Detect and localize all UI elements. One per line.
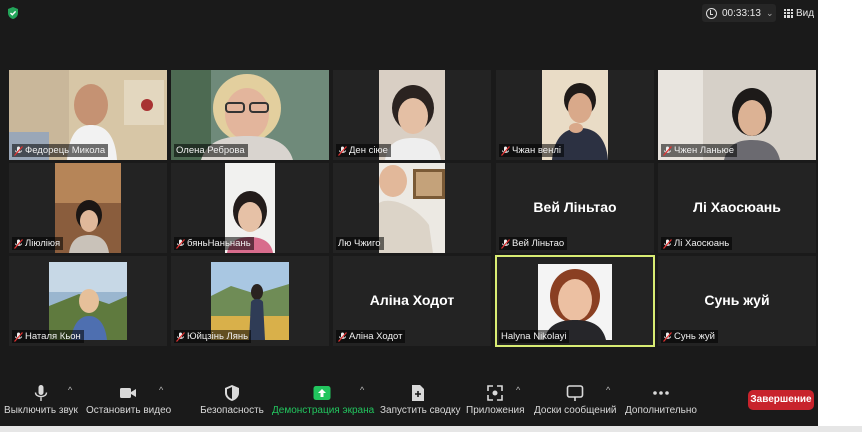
participant-name-label: Halyna Nikolayi — [499, 330, 570, 343]
participant-name-label: Вей Ліньтао — [499, 237, 568, 250]
participant-tile[interactable]: Олена Реброва — [171, 70, 329, 160]
mic-muted-icon — [14, 238, 23, 249]
chevron-up-icon[interactable]: ^ — [159, 385, 163, 395]
mic-muted-icon — [501, 238, 510, 249]
participant-name-label: Олена Реброва — [174, 144, 248, 157]
participant-name-label: Чжен Ланьюе — [661, 144, 737, 157]
share-screen-button[interactable]: ^ Демонстрация экрана — [272, 376, 374, 426]
chevron-down-icon: ⌄ — [765, 7, 774, 18]
participant-tile[interactable]: Аліна Ходот Аліна Ходот — [333, 256, 491, 346]
participant-tile[interactable]: Ліюліюя — [9, 163, 167, 253]
participant-tile[interactable]: Ден сіюе — [333, 70, 491, 160]
end-meeting-button[interactable]: Завершение — [748, 390, 814, 410]
participant-display-name: Сунь жуй — [704, 292, 770, 308]
shield-icon — [225, 385, 239, 401]
participant-display-name: Аліна Ходот — [369, 292, 455, 308]
shield-check-icon[interactable] — [6, 6, 20, 20]
participant-tile-active-speaker[interactable]: Halyna Nikolayi — [495, 255, 655, 347]
mic-muted-icon — [501, 145, 510, 156]
mic-muted-icon — [176, 331, 185, 342]
participant-tile[interactable]: Юйцзінь Лянь — [171, 256, 329, 346]
participant-tile[interactable]: Федорець Микола — [9, 70, 167, 160]
microphone-icon — [34, 385, 48, 401]
participant-name-label: бяньНаньнань — [174, 237, 254, 250]
view-button[interactable]: Вид — [784, 4, 818, 22]
participant-tile[interactable]: бяньНаньнань — [171, 163, 329, 253]
participant-name-label: Ліюліюя — [12, 237, 64, 250]
meeting-toolbar: ^ Выключить звук ^ Остановить видео Безо… — [0, 376, 818, 426]
chevron-up-icon[interactable]: ^ — [516, 385, 520, 395]
participant-name-label: Наталя Кьон — [12, 330, 84, 343]
window-edge — [818, 0, 862, 432]
chevron-up-icon[interactable]: ^ — [606, 385, 610, 395]
mic-muted-icon — [663, 331, 672, 342]
top-bar: 00:33:13 ⌄ Вид — [0, 0, 818, 26]
participant-name-label: Юйцзінь Лянь — [174, 330, 252, 343]
participant-name-label: Федорець Микола — [12, 144, 109, 157]
participant-tile[interactable]: Вей Ліньтао Вей Ліньтао — [496, 163, 654, 253]
chevron-up-icon[interactable]: ^ — [360, 385, 364, 395]
meeting-timer[interactable]: 00:33:13 ⌄ — [702, 4, 776, 22]
participant-display-name: Лі Хаосюань — [693, 199, 781, 215]
mic-muted-icon — [176, 238, 185, 249]
participant-tile[interactable]: Чжен Ланьюе — [658, 70, 816, 160]
zoom-meeting-window: 00:33:13 ⌄ Вид Федорець Микола Олена Реб… — [0, 0, 818, 432]
whiteboard-icon — [566, 385, 584, 401]
clock-icon — [706, 7, 717, 19]
more-dots-icon — [653, 391, 669, 395]
participant-name-label: Сунь жуй — [661, 330, 718, 343]
mic-muted-icon — [663, 145, 672, 156]
chevron-up-icon[interactable]: ^ — [68, 385, 72, 395]
participant-name-label: Аліна Ходот — [336, 330, 406, 343]
start-poll-button[interactable]: Запустить сводку — [380, 376, 461, 426]
apps-button[interactable]: ^ Приложения — [466, 376, 525, 426]
participant-name-label: Чжан венлі — [499, 144, 564, 157]
mute-button[interactable]: ^ Выключить звук — [4, 376, 78, 426]
participant-tile[interactable]: Лю Чжиго — [333, 163, 491, 253]
security-button[interactable]: Безопасность — [200, 376, 264, 426]
whiteboards-button[interactable]: ^ Доски сообщений — [534, 376, 617, 426]
timer-text: 00:33:13 — [722, 7, 761, 19]
view-label: Вид — [796, 7, 815, 19]
mic-muted-icon — [338, 145, 347, 156]
participant-tile[interactable]: Сунь жуй Сунь жуй — [658, 256, 816, 346]
mic-muted-icon — [338, 331, 347, 342]
participant-name-label: Лю Чжиго — [336, 237, 384, 250]
document-plus-icon — [412, 385, 424, 401]
participant-display-name: Вей Ліньтао — [533, 199, 617, 215]
participant-name-label: Лі Хаосюань — [661, 237, 733, 250]
apps-icon — [487, 385, 503, 401]
window-edge-bottom — [0, 426, 862, 432]
stop-video-button[interactable]: ^ Остановить видео — [86, 376, 171, 426]
mic-muted-icon — [663, 238, 672, 249]
share-screen-icon — [313, 386, 331, 400]
grid-icon — [784, 8, 793, 18]
mic-muted-icon — [14, 331, 23, 342]
more-button[interactable]: Дополнительно — [624, 376, 698, 426]
participant-tile[interactable]: Наталя Кьон — [9, 256, 167, 346]
participant-tile[interactable]: Чжан венлі — [496, 70, 654, 160]
mic-muted-icon — [14, 145, 23, 156]
video-camera-icon — [120, 388, 136, 398]
participant-tile[interactable]: Лі Хаосюань Лі Хаосюань — [658, 163, 816, 253]
participant-name-label: Ден сіюе — [336, 144, 391, 157]
